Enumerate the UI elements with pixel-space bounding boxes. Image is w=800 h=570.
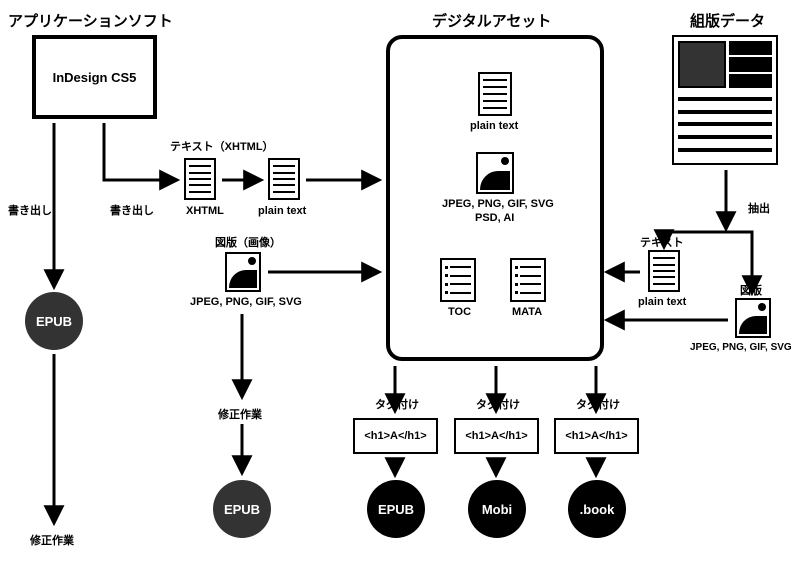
label-extract: 抽出 xyxy=(748,200,770,216)
indesign-label: InDesign CS5 xyxy=(53,70,137,85)
label-tag2: タグ付け xyxy=(476,396,520,412)
label-fixwork-left: 修正作業 xyxy=(30,532,74,548)
label-text-right: テキスト xyxy=(640,234,684,250)
image-icon-mid xyxy=(225,252,261,292)
circle-out-epub-label: EPUB xyxy=(378,502,414,517)
caption-mata: MATA xyxy=(512,306,542,318)
caption-jpeg-right: JPEG, PNG, GIF, SVG xyxy=(690,342,792,353)
label-export-mid: 書き出し xyxy=(110,202,154,218)
circle-out-epub: EPUB xyxy=(367,480,425,538)
circle-out-book-label: .book xyxy=(580,502,615,517)
circle-epub-left: EPUB xyxy=(25,292,83,350)
caption-jpeg-center2: PSD, AI xyxy=(475,212,514,224)
tagbox-3: <h1>A</h1> xyxy=(554,418,639,454)
caption-plaintext-center: plain text xyxy=(470,120,518,132)
circle-out-mobi: Mobi xyxy=(468,480,526,538)
mata-icon xyxy=(510,258,546,302)
circle-out-book: .book xyxy=(568,480,626,538)
heading-digital-asset: デジタルアセット xyxy=(432,10,551,31)
label-image-title: 図版（画像） xyxy=(215,234,281,250)
caption-plaintext-mid: plain text xyxy=(258,205,306,217)
label-fixwork-mid: 修正作業 xyxy=(218,406,262,422)
heading-typeset-data: 組版データ xyxy=(690,10,765,31)
label-text-xhtml: テキスト（XHTML） xyxy=(170,138,274,154)
asset-plaintext-icon xyxy=(478,72,512,116)
caption-plaintext-right: plain text xyxy=(638,296,686,308)
label-tag1: タグ付け xyxy=(375,396,419,412)
xhtml-doc-icon xyxy=(184,158,216,200)
label-img-right: 図版 xyxy=(740,282,762,298)
tagbox-2: <h1>A</h1> xyxy=(454,418,539,454)
plaintext-right-icon xyxy=(648,250,680,292)
caption-toc: TOC xyxy=(448,306,471,318)
typeset-doc-box xyxy=(672,35,778,165)
circle-epub-mid-label: EPUB xyxy=(224,502,260,517)
heading-app-soft: アプリケーションソフト xyxy=(8,10,173,31)
label-export-left: 書き出し xyxy=(8,202,52,218)
tagbox-1: <h1>A</h1> xyxy=(353,418,438,454)
caption-jpeg-center1: JPEG, PNG, GIF, SVG xyxy=(442,198,552,210)
caption-jpeg-mid: JPEG, PNG, GIF, SVG xyxy=(190,296,302,308)
asset-image-icon xyxy=(476,152,514,194)
toc-icon xyxy=(440,258,476,302)
caption-xhtml: XHTML xyxy=(186,205,224,217)
circle-epub-mid: EPUB xyxy=(213,480,271,538)
indesign-box: InDesign CS5 xyxy=(32,35,157,119)
circle-epub-left-label: EPUB xyxy=(36,314,72,329)
image-icon-right xyxy=(735,298,771,338)
label-tag3: タグ付け xyxy=(576,396,620,412)
plaintext-doc-icon xyxy=(268,158,300,200)
circle-out-mobi-label: Mobi xyxy=(482,502,512,517)
